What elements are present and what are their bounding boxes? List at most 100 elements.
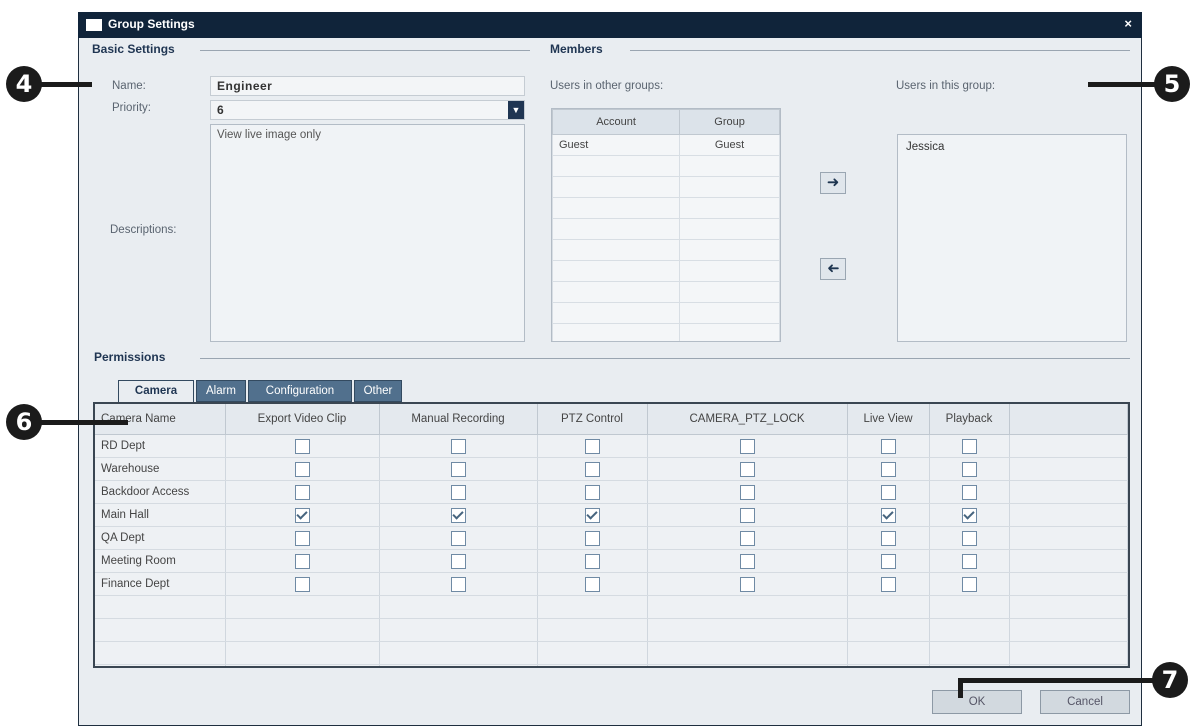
permission-checkbox[interactable]	[961, 553, 977, 569]
permission-column-header[interactable]: PTZ Control	[537, 404, 648, 435]
in-group-list[interactable]: Jessica	[897, 134, 1127, 342]
permission-checkbox[interactable]	[880, 461, 896, 477]
window-icon	[86, 19, 102, 31]
permission-filler-cell	[1009, 664, 1128, 666]
permission-checkbox[interactable]	[450, 438, 466, 454]
permission-column-header[interactable]: Export Video Clip	[225, 404, 380, 435]
permission-checkbox[interactable]	[880, 438, 896, 454]
close-icon[interactable]: ×	[1124, 16, 1132, 31]
permission-column-header[interactable]: CAMERA_PTZ_LOCK	[647, 404, 848, 435]
permission-checkbox[interactable]	[294, 461, 310, 477]
camera-name-cell: Main Hall	[95, 503, 226, 527]
group-cell	[679, 176, 780, 198]
permission-checkbox[interactable]	[584, 484, 600, 500]
permission-cell	[847, 618, 930, 642]
permission-checkbox[interactable]	[584, 530, 600, 546]
permission-column-header[interactable]: Manual Recording	[379, 404, 538, 435]
permission-cell	[225, 457, 380, 481]
permission-checkbox[interactable]	[880, 576, 896, 592]
permission-checkbox[interactable]	[739, 461, 755, 477]
permission-checkbox[interactable]	[739, 438, 755, 454]
permission-checkbox[interactable]	[584, 576, 600, 592]
name-input[interactable]: Engineer	[210, 76, 525, 96]
permission-checkbox[interactable]	[450, 484, 466, 500]
permission-cell	[929, 526, 1010, 550]
group-column-header[interactable]: Group	[679, 109, 780, 135]
tab-configuration[interactable]: Configuration	[248, 380, 352, 402]
camera-name-cell: Warehouse	[95, 457, 226, 481]
permission-filler-cell	[1009, 526, 1128, 550]
add-to-group-button[interactable]: ➜	[820, 172, 846, 194]
camera-permission-row	[95, 664, 1128, 666]
permission-cell	[647, 457, 848, 481]
permission-cell	[847, 480, 930, 504]
permission-cell	[537, 480, 648, 504]
cancel-button[interactable]: Cancel	[1040, 690, 1130, 714]
permission-checkbox[interactable]	[739, 530, 755, 546]
permission-column-filler	[1009, 404, 1128, 435]
tab-alarm[interactable]: Alarm	[196, 380, 246, 402]
camera-permission-row	[95, 641, 1128, 665]
permission-checkbox[interactable]	[739, 484, 755, 500]
account-column-header[interactable]: Account	[552, 109, 681, 135]
camera-name-cell	[95, 618, 226, 642]
permission-cell	[929, 434, 1010, 458]
permission-checkbox[interactable]	[961, 530, 977, 546]
permission-cell	[929, 595, 1010, 619]
permission-checkbox[interactable]	[739, 576, 755, 592]
remove-from-group-button[interactable]: ➜	[820, 258, 846, 280]
permission-checkbox[interactable]	[450, 553, 466, 569]
basic-settings-title: Basic Settings	[92, 42, 175, 56]
permission-filler-cell	[1009, 549, 1128, 573]
permission-checkbox[interactable]	[584, 553, 600, 569]
window-title: Group Settings	[108, 17, 195, 31]
ok-button[interactable]: OK	[932, 690, 1022, 714]
permission-checkbox[interactable]	[294, 438, 310, 454]
permission-cell	[647, 664, 848, 666]
permission-checkbox[interactable]	[739, 507, 755, 523]
permission-checkbox[interactable]	[450, 576, 466, 592]
permission-cell	[225, 526, 380, 550]
permission-checkbox[interactable]	[739, 553, 755, 569]
permission-checkbox[interactable]	[961, 438, 977, 454]
permission-checkbox[interactable]	[294, 484, 310, 500]
permission-checkbox[interactable]	[584, 507, 600, 523]
permission-checkbox[interactable]	[880, 484, 896, 500]
permission-checkbox[interactable]	[961, 484, 977, 500]
account-row[interactable]: Guest Guest	[552, 134, 780, 156]
permission-checkbox[interactable]	[880, 530, 896, 546]
permission-checkbox[interactable]	[961, 507, 977, 523]
priority-value: 6	[217, 103, 224, 117]
permission-checkbox[interactable]	[294, 553, 310, 569]
permission-checkbox[interactable]	[294, 576, 310, 592]
camera-name-cell: Backdoor Access	[95, 480, 226, 504]
chevron-down-icon[interactable]: ▼	[508, 101, 524, 119]
permission-checkbox[interactable]	[880, 553, 896, 569]
permission-cell	[379, 526, 538, 550]
permission-checkbox[interactable]	[584, 461, 600, 477]
permission-checkbox[interactable]	[450, 530, 466, 546]
permission-checkbox[interactable]	[450, 461, 466, 477]
permission-cell	[379, 549, 538, 573]
priority-select[interactable]: 6 ▼	[210, 100, 525, 120]
descriptions-textarea[interactable]: View live image only	[210, 124, 525, 342]
permission-checkbox[interactable]	[880, 507, 896, 523]
permission-checkbox[interactable]	[961, 576, 977, 592]
title-bar[interactable]: Group Settings ×	[78, 12, 1142, 38]
permission-checkbox[interactable]	[450, 507, 466, 523]
tab-other[interactable]: Other	[354, 380, 402, 402]
permission-checkbox[interactable]	[294, 530, 310, 546]
permission-cell	[647, 480, 848, 504]
other-users-table[interactable]: Account Group Guest Guest	[551, 108, 781, 342]
permission-column-header[interactable]: Playback	[929, 404, 1010, 435]
in-group-user[interactable]: Jessica	[906, 141, 1118, 153]
callout-6-line	[40, 420, 128, 425]
tab-camera[interactable]: Camera	[118, 380, 194, 404]
permission-checkbox[interactable]	[961, 461, 977, 477]
permission-checkbox[interactable]	[584, 438, 600, 454]
permission-checkbox[interactable]	[294, 507, 310, 523]
permission-column-header[interactable]: Live View	[847, 404, 930, 435]
permission-cell	[379, 572, 538, 596]
permission-cell	[379, 641, 538, 665]
account-row	[552, 281, 780, 303]
